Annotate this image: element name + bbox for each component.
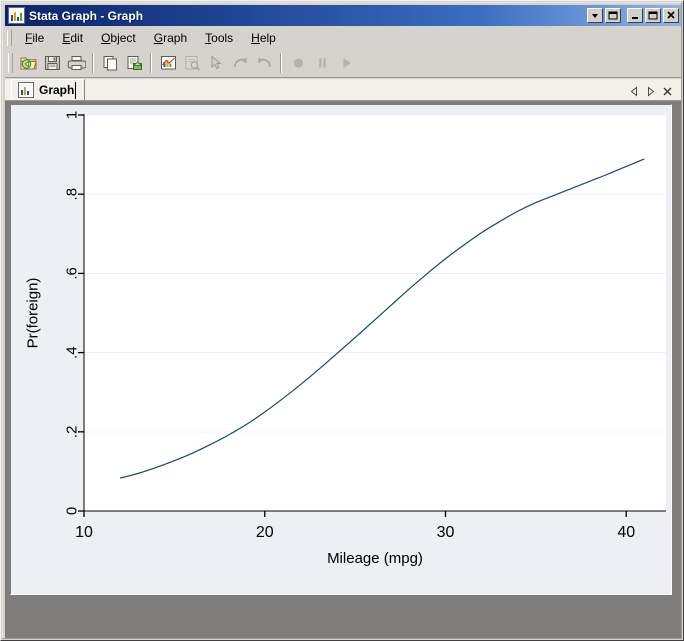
tab-caret: [75, 81, 77, 99]
maximize-window-button[interactable]: [645, 8, 661, 23]
menu-item-file[interactable]: File: [16, 29, 53, 48]
toolbar: [5, 48, 681, 78]
undo-arrow-icon: [257, 56, 271, 67]
inspector-icon: [185, 55, 200, 70]
toolbar-separator: [150, 52, 152, 73]
save-graph-button[interactable]: [40, 51, 64, 75]
window-inner-frame: Stata Graph - Graph File Edit Object Gra…: [2, 2, 682, 639]
copy-button[interactable]: [98, 51, 122, 75]
window-menu-dropdown-button[interactable]: [587, 8, 603, 23]
pause-button[interactable]: [310, 51, 334, 75]
graph-client-area: 0 .2 .4 .6 .8 1 10 20 30 40 Mileage (mpg) Pr(for…: [5, 101, 681, 638]
save-floppy-icon: [44, 55, 60, 70]
menu-item-edit[interactable]: Edit: [53, 29, 92, 48]
play-button[interactable]: [334, 51, 358, 75]
printer-icon: [67, 55, 86, 70]
play-triangle-icon: [342, 57, 351, 68]
graph-editor-button[interactable]: [156, 51, 180, 75]
svg-text:1: 1: [64, 111, 81, 119]
stata-graph-window: Stata Graph - Graph File Edit Object Gra…: [0, 0, 684, 641]
title-bar: Stata Graph - Graph: [5, 5, 681, 26]
undo-button[interactable]: [252, 51, 276, 75]
close-window-button[interactable]: [663, 8, 679, 23]
window-controls: [587, 8, 679, 23]
tab-strip: Graph: [5, 79, 681, 101]
tab-next-button[interactable]: [646, 86, 655, 97]
tab-label: Graph: [39, 83, 75, 97]
toolbar-separator: [92, 52, 94, 73]
tab-prev-button[interactable]: [630, 86, 639, 97]
tab-close-button[interactable]: [662, 86, 673, 97]
logit-probability-plot: 0 .2 .4 .6 .8 1 10 20 30 40 Mileage (mpg) Pr(for…: [11, 105, 671, 594]
bar-chart-icon: [18, 82, 34, 98]
svg-text:30: 30: [437, 524, 455, 541]
record-button[interactable]: [286, 51, 310, 75]
x-axis-title: Mileage (mpg): [327, 550, 423, 567]
pause-bars-icon: [318, 57, 326, 68]
inspector-button[interactable]: [180, 51, 204, 75]
minimize-window-button[interactable]: [627, 8, 643, 23]
svg-text:40: 40: [617, 524, 635, 541]
svg-text:.8: .8: [64, 188, 81, 201]
svg-text:.6: .6: [64, 267, 81, 280]
restore-window-button[interactable]: [605, 8, 621, 23]
svg-text:10: 10: [75, 524, 93, 541]
toolbar-drag-grip[interactable]: [8, 52, 13, 73]
tab-navigation: [630, 86, 681, 100]
copy-pages-icon: [103, 55, 117, 70]
open-graph-button[interactable]: [16, 51, 40, 75]
export-page-icon: [127, 55, 143, 70]
record-circle-icon: [293, 57, 303, 68]
svg-text:.4: .4: [64, 346, 81, 359]
menu-drag-grip[interactable]: [7, 30, 12, 46]
toolbar-separator: [280, 52, 282, 73]
tab-graph[interactable]: Graph: [11, 79, 86, 100]
export-button[interactable]: [122, 51, 146, 75]
open-folder-icon: [20, 57, 37, 69]
menu-item-object[interactable]: Object: [92, 29, 145, 48]
redo-arrow-icon: [233, 56, 247, 67]
y-axis-title: Pr(foreign): [25, 278, 42, 349]
menu-item-tools[interactable]: Tools: [196, 29, 242, 48]
svg-text:0: 0: [64, 507, 81, 515]
menu-bar: File Edit Object Graph Tools Help: [5, 28, 681, 48]
chart-edit-icon: [160, 55, 176, 69]
svg-text:20: 20: [256, 524, 274, 541]
menu-item-help[interactable]: Help: [242, 29, 285, 48]
print-graph-button[interactable]: [64, 51, 88, 75]
graph-canvas[interactable]: 0 .2 .4 .6 .8 1 10 20 30 40 Mileage (mpg) Pr(for…: [10, 104, 672, 595]
redo-button[interactable]: [228, 51, 252, 75]
window-title: Stata Graph - Graph: [29, 8, 144, 23]
plot-area: [84, 115, 666, 511]
svg-text:.2: .2: [64, 426, 81, 439]
bar-chart-icon: [8, 7, 25, 24]
pointer-icon: [211, 54, 222, 69]
pointer-tool-button[interactable]: [204, 51, 228, 75]
menu-item-graph[interactable]: Graph: [145, 29, 196, 48]
